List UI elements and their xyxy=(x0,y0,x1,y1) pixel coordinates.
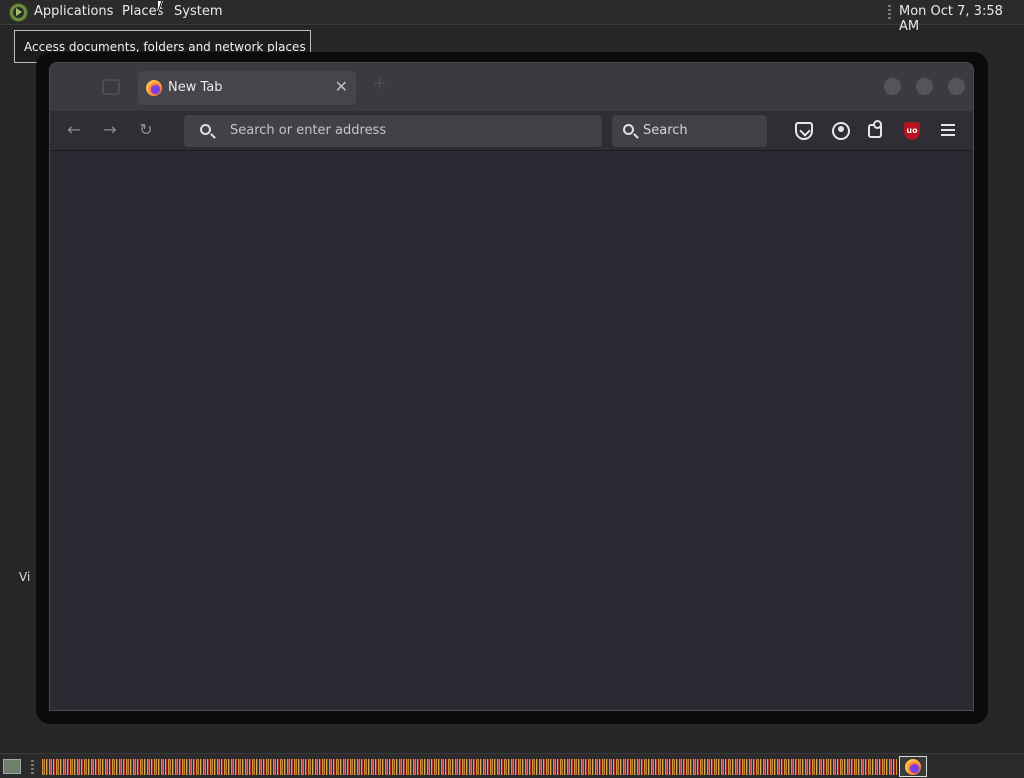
page-content[interactable] xyxy=(50,151,973,710)
hamburger-menu-icon[interactable] xyxy=(941,124,955,136)
clock[interactable]: Mon Oct 7, 3:58 AM xyxy=(899,4,1024,34)
close-window-button[interactable] xyxy=(948,78,965,95)
address-bar[interactable]: Search or enter address xyxy=(184,115,602,147)
window-list-area[interactable] xyxy=(42,759,897,775)
panel-separator[interactable] xyxy=(31,760,34,775)
tab-close-icon[interactable]: ✕ xyxy=(335,77,348,96)
navigation-toolbar: ← → ↻ Search or enter address Search uo xyxy=(50,111,973,151)
extensions-icon[interactable] xyxy=(868,120,882,138)
mouse-pointer-icon xyxy=(158,1,163,15)
menu-system[interactable]: System xyxy=(174,4,222,19)
address-bar-placeholder: Search or enter address xyxy=(230,123,387,138)
search-bar-placeholder: Search xyxy=(643,123,688,138)
pocket-icon[interactable] xyxy=(795,122,813,140)
show-desktop-icon[interactable] xyxy=(3,759,21,774)
top-panel: Applications Places System Mon Oct 7, 3:… xyxy=(0,0,1024,34)
taskbar-firefox-button[interactable] xyxy=(899,756,927,777)
menu-applications[interactable]: Applications xyxy=(34,4,113,19)
tab-new-tab[interactable]: New Tab ✕ xyxy=(138,71,356,105)
new-tab-plus-icon[interactable]: + xyxy=(372,73,387,94)
account-icon[interactable] xyxy=(832,122,850,140)
firefox-window: New Tab ✕ + ← → ↻ Search or enter addres… xyxy=(49,62,974,711)
maximize-button[interactable] xyxy=(916,78,933,95)
back-arrow-icon[interactable]: ← xyxy=(64,120,84,139)
minimize-button[interactable] xyxy=(884,78,901,95)
search-icon xyxy=(200,124,211,135)
ublock-origin-icon[interactable]: uo xyxy=(904,122,920,140)
firefox-icon xyxy=(905,759,921,775)
firefox-icon xyxy=(146,80,162,96)
tab-overview-icon[interactable] xyxy=(102,79,120,95)
forward-arrow-icon[interactable]: → xyxy=(100,120,120,139)
applications-logo-icon[interactable] xyxy=(9,3,28,22)
tab-title: New Tab xyxy=(168,80,223,95)
desktop-icon-label[interactable]: Vi xyxy=(19,570,30,584)
search-icon xyxy=(623,124,634,135)
bottom-panel xyxy=(0,753,1024,778)
tab-bar: New Tab ✕ + xyxy=(50,63,973,111)
panel-separator[interactable] xyxy=(888,5,891,20)
reload-icon[interactable]: ↻ xyxy=(136,120,156,139)
search-bar[interactable]: Search xyxy=(612,115,767,147)
